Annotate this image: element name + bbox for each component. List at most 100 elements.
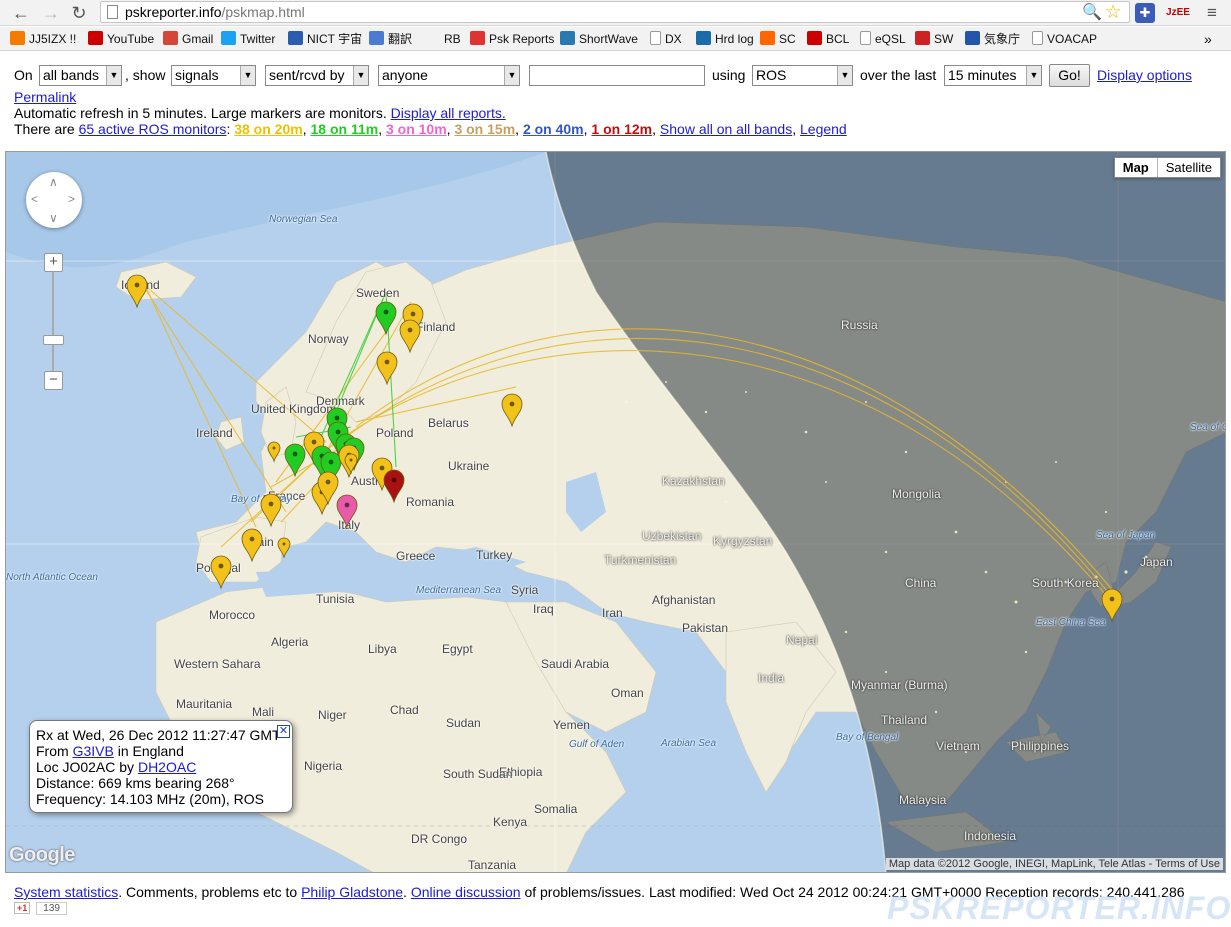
url-path: /pskmap.html — [221, 4, 305, 20]
shortwave-icon — [560, 31, 575, 45]
map-canvas[interactable]: Map Satellite ∧ ∨ < > + − Norwegian SeaI… — [5, 151, 1226, 873]
bookmark-label: BCL — [826, 32, 850, 46]
show-select[interactable]: signals ▼ — [171, 65, 256, 86]
zoom-icon[interactable]: 🔍 — [1082, 2, 1102, 24]
who-select[interactable]: anyone ▼ — [378, 65, 520, 86]
display-all-link[interactable]: Display all reports. — [391, 105, 506, 121]
station-marker[interactable] — [376, 351, 398, 386]
bookmark-item[interactable]: 気象庁 — [965, 30, 1020, 48]
band-select[interactable]: all bands ▼ — [39, 65, 122, 86]
comma-text: , — [792, 121, 797, 137]
philip-gladstone-link[interactable]: Philip Gladstone — [301, 884, 403, 900]
pskreporter-watermark: PSKREPORTER.INFO — [887, 890, 1231, 926]
blogger-icon — [10, 31, 25, 45]
on-label: On — [14, 67, 33, 83]
bookmark-label: eQSL — [875, 32, 906, 46]
menu-icon[interactable]: ≡ — [1202, 2, 1222, 24]
bookmark-item[interactable]: RB — [444, 30, 461, 48]
plus-one-count: 139 — [36, 901, 67, 915]
bookmark-item[interactable]: SC — [760, 30, 796, 48]
bookmark-item[interactable]: BCL — [807, 30, 849, 48]
bookmark-star-icon[interactable]: ☆ — [1102, 2, 1124, 24]
plus-one-button[interactable]: +1 — [14, 902, 31, 914]
station-marker[interactable] — [399, 319, 421, 354]
extension-puzzle-icon[interactable]: ✚ — [1135, 3, 1155, 23]
active-monitors-link[interactable]: 65 active ROS monitors — [79, 121, 227, 137]
station-marker[interactable] — [336, 494, 358, 529]
bookmark-item[interactable]: Hrd log — [696, 30, 754, 48]
go-button[interactable]: Go! — [1049, 64, 1090, 87]
bookmark-label: NICT 宇宙 — [307, 32, 363, 46]
bookmark-item[interactable]: Psk Reports — [470, 30, 554, 48]
band-filter-link[interactable]: 38 on 20m — [234, 121, 302, 137]
bookmark-item[interactable]: 翻訳 — [369, 30, 412, 48]
station-marker[interactable] — [375, 301, 397, 336]
callsign-input[interactable] — [529, 65, 705, 86]
bookmark-label: Twitter — [240, 32, 276, 46]
mode-select[interactable]: ROS ▼ — [752, 65, 853, 86]
display-options-link[interactable]: Display options — [1097, 67, 1192, 83]
url-host: pskreporter.info — [125, 4, 222, 20]
permalink-link[interactable]: Permalink — [14, 89, 76, 105]
close-icon[interactable]: ✕ — [277, 725, 290, 738]
station-marker[interactable] — [267, 441, 281, 463]
reload-icon[interactable]: ↻ — [68, 2, 90, 24]
band-filter-link[interactable]: 2 on 40m — [523, 121, 584, 137]
station-marker[interactable] — [260, 493, 282, 528]
band-filter-link[interactable]: 3 on 15m — [454, 121, 515, 137]
show-all-bands-link[interactable]: Show all on all bands — [660, 121, 792, 137]
direction-select[interactable]: sent/rcvd by ▼ — [265, 65, 369, 86]
google-plus-one[interactable]: +1 139 — [14, 901, 67, 915]
bookmark-label: 翻訳 — [388, 32, 413, 46]
info-frequency: Frequency: 14.103 MHz (20m), ROS — [36, 791, 264, 807]
bookmark-item[interactable]: Gmail — [163, 30, 213, 48]
period-select[interactable]: 15 minutes ▼ — [944, 65, 1042, 86]
station-marker[interactable] — [1101, 588, 1123, 623]
station-marker[interactable] — [383, 469, 405, 504]
show-label: , show — [125, 67, 166, 83]
bookmark-item[interactable]: JJ5IZX !! — [10, 30, 76, 48]
bcl-icon — [807, 31, 822, 45]
station-marker[interactable] — [501, 393, 523, 428]
station-marker[interactable] — [241, 528, 263, 563]
bookmark-item[interactable]: ShortWave — [560, 30, 638, 48]
page-icon — [1032, 31, 1043, 45]
browser-toolbar: ← → ↻ pskreporter.info/pskmap.html 🔍 ☆ ✚… — [0, 0, 1231, 26]
band-filter-link[interactable]: 3 on 10m — [386, 121, 447, 137]
station-marker[interactable] — [277, 537, 291, 559]
extension-jzee-icon[interactable]: JzEE — [1166, 2, 1190, 24]
back-icon[interactable]: ← — [10, 2, 32, 24]
system-stats-link[interactable]: System statistics — [14, 884, 118, 900]
bookmark-label: Hrd log — [715, 32, 754, 46]
bookmark-item[interactable]: NICT 宇宙 — [288, 30, 362, 48]
band-filter-link[interactable]: 18 on 11m — [310, 121, 378, 137]
address-bar[interactable]: pskreporter.info/pskmap.html — [100, 1, 1130, 23]
info-distance: Distance: 669 kms bearing 268° — [36, 775, 235, 791]
bookmark-item[interactable]: DX — [650, 30, 682, 48]
station-marker[interactable] — [284, 443, 306, 478]
info-loc-label: Loc JO02AC by — [36, 759, 135, 775]
bookmark-item[interactable]: SW — [915, 30, 953, 48]
forward-icon[interactable]: → — [40, 2, 62, 24]
band-filter-link[interactable]: 1 on 12m — [591, 121, 652, 137]
bookmark-item[interactable]: YouTube — [88, 30, 154, 48]
bookmark-item[interactable]: Twitter — [221, 30, 275, 48]
bookmark-item[interactable]: VOACAP — [1032, 30, 1097, 48]
bookmark-label: JJ5IZX !! — [29, 32, 77, 46]
online-discussion-link[interactable]: Online discussion — [411, 884, 521, 900]
soundcloud-icon — [760, 31, 775, 45]
from-callsign-link[interactable]: G3IVB — [73, 743, 114, 759]
map-attribution[interactable]: Map data ©2012 Google, INEGI, MapLink, T… — [885, 858, 1223, 870]
station-marker[interactable] — [210, 555, 232, 590]
bookmark-label: SC — [779, 32, 796, 46]
chevron-down-icon: ▼ — [353, 66, 368, 85]
bookmark-item[interactable]: eQSL — [860, 30, 906, 48]
bookmarks-bar: JJ5IZX !! YouTube Gmail Twitter NICT 宇宙 翻訳 RB P… — [0, 27, 1231, 51]
station-marker[interactable] — [126, 274, 148, 309]
legend-link[interactable]: Legend — [800, 121, 847, 137]
bookmarks-overflow-icon[interactable]: » — [1204, 30, 1212, 48]
loc-callsign-link[interactable]: DH2OAC — [138, 759, 196, 775]
bookmark-label: SW — [934, 32, 954, 46]
using-label: using — [712, 67, 746, 83]
chevron-down-icon: ▼ — [837, 66, 852, 85]
